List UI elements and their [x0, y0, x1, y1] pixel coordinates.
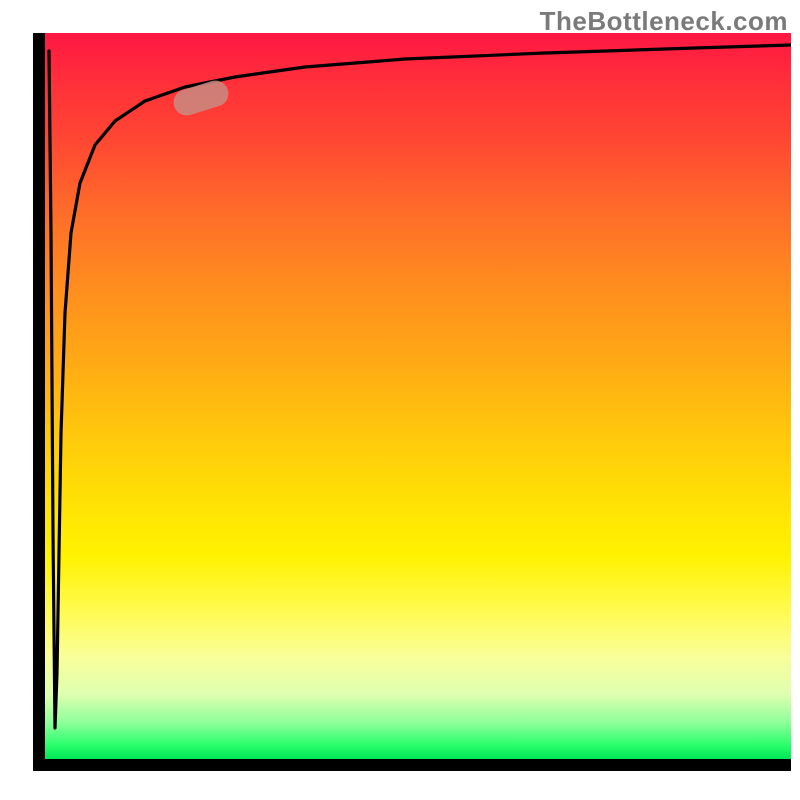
gradient-background: [45, 33, 791, 759]
plot-area: [33, 33, 791, 771]
watermark-text: TheBottleneck.com: [540, 6, 788, 37]
chart-container: TheBottleneck.com: [0, 0, 800, 800]
